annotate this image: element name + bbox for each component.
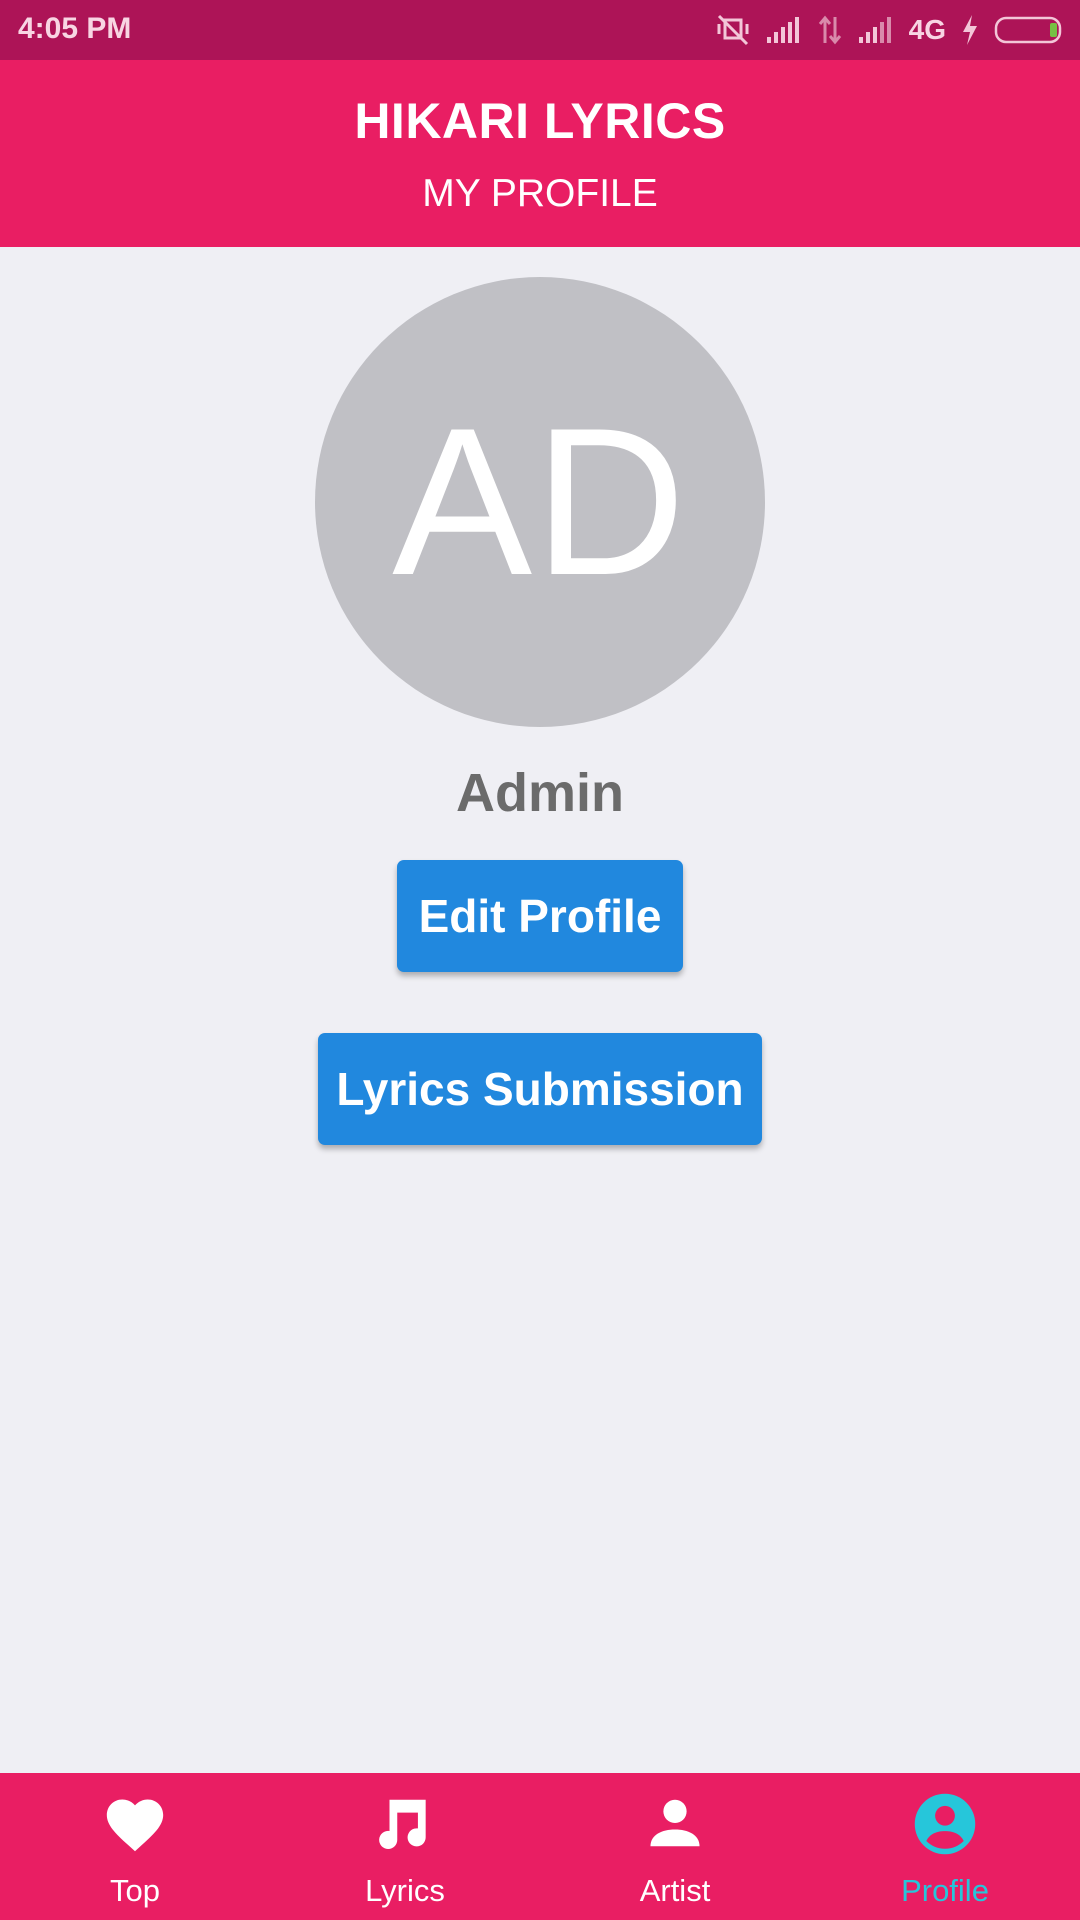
battery-icon <box>994 15 1066 45</box>
status-icons: 4G <box>715 10 1066 50</box>
app-title: HIKARI LYRICS <box>354 93 726 149</box>
nav-item-lyrics[interactable]: Lyrics <box>270 1773 540 1920</box>
nav-item-artist[interactable]: Artist <box>540 1773 810 1920</box>
nav-item-profile[interactable]: Profile <box>810 1773 1080 1920</box>
music-note-icon <box>270 1791 540 1855</box>
heart-icon <box>0 1791 270 1853</box>
signal-icon <box>857 15 895 45</box>
avatar: AD <box>315 277 765 727</box>
account-circle-icon <box>810 1791 1080 1857</box>
status-bar: 4:05 PM 4G <box>0 0 1080 60</box>
page-title: MY PROFILE <box>422 172 658 215</box>
nav-label-artist: Artist <box>639 1873 711 1908</box>
nav-item-top[interactable]: Top <box>0 1773 270 1920</box>
nav-label-lyrics: Lyrics <box>365 1873 445 1908</box>
status-time: 4:05 PM <box>18 12 132 45</box>
lyrics-submission-button[interactable]: Lyrics Submission <box>318 1033 762 1145</box>
vibrate-off-icon <box>715 14 751 46</box>
profile-name: Admin <box>456 763 624 823</box>
bottom-nav: Top Lyrics Artist Profile <box>0 1773 1080 1920</box>
nav-label-profile: Profile <box>901 1873 989 1908</box>
signal-icon <box>765 15 803 45</box>
person-icon <box>540 1791 810 1855</box>
network-type: 4G <box>908 14 946 45</box>
nav-label-top: Top <box>110 1873 160 1908</box>
app-header: HIKARI LYRICS MY PROFILE <box>0 60 1080 247</box>
edit-profile-button[interactable]: Edit Profile <box>397 860 683 972</box>
charging-icon <box>960 14 980 46</box>
data-arrows-icon <box>817 15 843 45</box>
